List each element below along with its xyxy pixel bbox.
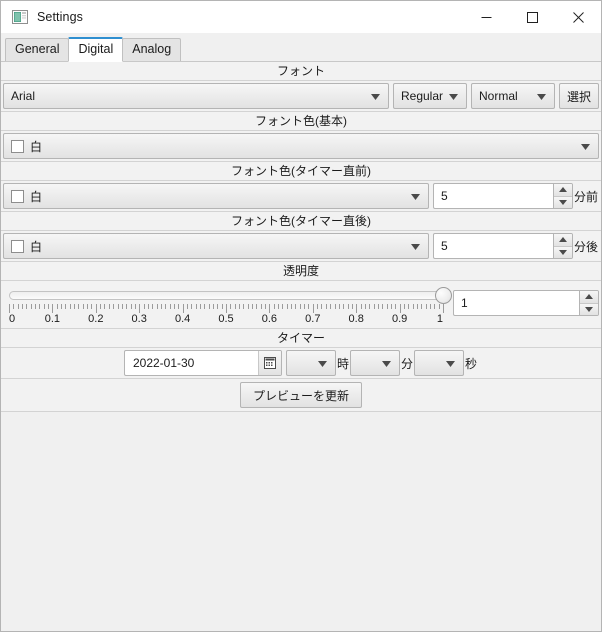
font-color-after-row: 白 5 分後 <box>1 231 601 262</box>
tab-analog[interactable]: Analog <box>122 38 182 61</box>
opacity-arrows <box>579 291 598 315</box>
font-color-base-combo[interactable]: 白 <box>3 133 599 159</box>
color-swatch <box>11 189 24 203</box>
minutes-after-value[interactable]: 5 <box>434 234 553 258</box>
minutes-before-arrows <box>552 184 572 208</box>
maximize-button[interactable] <box>509 1 555 33</box>
slider-handle[interactable] <box>434 287 452 304</box>
settings-window: Settings General Digital Analog フォント Ari… <box>0 0 602 632</box>
font-color-before-row: 白 5 分前 <box>1 181 601 212</box>
tick-label: 0 <box>9 313 16 325</box>
font-color-base-value: 白 <box>30 139 43 154</box>
tick-label: 0.5 <box>218 313 234 325</box>
font-section-label: フォント <box>1 62 601 81</box>
font-color-after-combo[interactable]: 白 <box>3 233 429 259</box>
spin-down-button[interactable] <box>580 303 598 315</box>
panel-filler <box>1 412 601 631</box>
chevron-down-icon <box>448 89 458 103</box>
tick-label: 0.2 <box>88 313 104 325</box>
chevron-down-icon <box>381 356 391 370</box>
update-preview-button[interactable]: プレビューを更新 <box>239 382 362 408</box>
minutes-after-unit: 分後 <box>573 239 598 254</box>
digital-settings-panel: フォント Arial Regular Normal 選択 フォント色(基本) 白… <box>1 62 601 631</box>
tab-strip: General Digital Analog <box>1 34 601 62</box>
calendar-icon[interactable] <box>257 351 281 375</box>
tab-general[interactable]: General <box>5 38 70 61</box>
font-style-value: Normal <box>478 89 518 103</box>
tick-label: 0.4 <box>174 313 191 325</box>
timer-date-edit[interactable]: 2022-01-30 <box>123 350 282 376</box>
timer-row: 2022-01-30 時 分 秒 <box>1 348 601 379</box>
font-color-before-combo[interactable]: 白 <box>3 183 429 209</box>
minutes-before-spinbox[interactable]: 5 <box>432 183 573 209</box>
timer-minute-unit: 分 <box>400 356 413 371</box>
font-color-after-value: 白 <box>30 239 43 254</box>
opacity-section-label: 透明度 <box>1 262 601 281</box>
chevron-down-icon <box>581 139 590 153</box>
window-title: Settings <box>37 10 83 24</box>
spin-up-button[interactable] <box>580 291 598 304</box>
minutes-after-arrows <box>552 234 572 258</box>
color-swatch <box>11 139 24 153</box>
spin-down-button[interactable] <box>553 196 572 208</box>
timer-minute-combo[interactable] <box>349 350 400 376</box>
font-family-value: Arial <box>11 89 36 103</box>
font-family-combo[interactable]: Arial <box>3 83 389 109</box>
tick-label: 0.7 <box>305 313 321 325</box>
font-weight-value: Regular <box>400 89 444 103</box>
spin-up-button[interactable] <box>553 234 572 247</box>
font-row: Arial Regular Normal 選択 <box>1 81 601 112</box>
color-swatch <box>11 239 24 253</box>
tick-label: 0.8 <box>348 313 364 325</box>
window-controls <box>463 1 601 33</box>
opacity-slider[interactable]: 0 0.1 0.2 0.3 0.4 0.5 0.6 0.7 0.8 0.9 1 <box>3 282 452 326</box>
chevron-down-icon <box>370 89 380 103</box>
timer-second-unit: 秒 <box>465 356 478 371</box>
timer-section-label: タイマー <box>1 329 601 348</box>
chevron-down-icon <box>446 356 455 370</box>
font-style-combo[interactable]: Normal <box>470 83 555 109</box>
settings-window-icon <box>12 9 28 25</box>
minutes-before-value[interactable]: 5 <box>434 184 553 208</box>
opacity-spinbox[interactable]: 1 <box>453 290 599 316</box>
timer-date-value[interactable]: 2022-01-30 <box>125 351 258 375</box>
tick-label: 0.1 <box>44 313 61 325</box>
chevron-down-icon <box>410 189 420 203</box>
opacity-value[interactable]: 1 <box>454 291 579 315</box>
opacity-row: 0 0.1 0.2 0.3 0.4 0.5 0.6 0.7 0.8 0.9 1 1 <box>1 281 601 329</box>
font-select-button[interactable]: 選択 <box>558 83 599 109</box>
title-bar: Settings <box>1 1 601 34</box>
font-color-after-label: フォント色(タイマー直後) <box>1 212 601 231</box>
close-button[interactable] <box>555 1 601 33</box>
chevron-down-icon <box>410 239 420 253</box>
slider-tick-labels: 0 0.1 0.2 0.3 0.4 0.5 0.6 0.7 0.8 0.9 1 <box>3 313 449 326</box>
font-color-before-value: 白 <box>30 189 43 204</box>
minutes-after-spinbox[interactable]: 5 <box>432 233 573 259</box>
slider-groove <box>9 291 443 300</box>
chevron-down-icon <box>317 356 327 370</box>
spin-down-button[interactable] <box>553 246 572 258</box>
tab-digital[interactable]: Digital <box>68 37 124 62</box>
timer-hour-combo[interactable] <box>285 350 336 376</box>
tick-label: 0.6 <box>261 313 278 325</box>
slider-ticks <box>9 304 444 313</box>
chevron-down-icon <box>536 89 546 103</box>
timer-second-combo[interactable] <box>414 350 464 376</box>
font-weight-combo[interactable]: Regular <box>392 83 467 109</box>
font-color-base-row: 白 <box>1 131 601 162</box>
preview-row: プレビューを更新 <box>1 379 601 412</box>
tick-label: 1 <box>436 313 443 325</box>
tick-label: 0.3 <box>131 313 147 325</box>
font-color-before-label: フォント色(タイマー直前) <box>1 162 601 181</box>
tick-label: 0.9 <box>391 313 408 325</box>
spin-up-button[interactable] <box>553 184 572 197</box>
minutes-before-unit: 分前 <box>573 189 598 204</box>
font-color-base-label: フォント色(基本) <box>1 112 601 131</box>
minimize-button[interactable] <box>463 1 509 33</box>
timer-hour-unit: 時 <box>336 356 349 371</box>
